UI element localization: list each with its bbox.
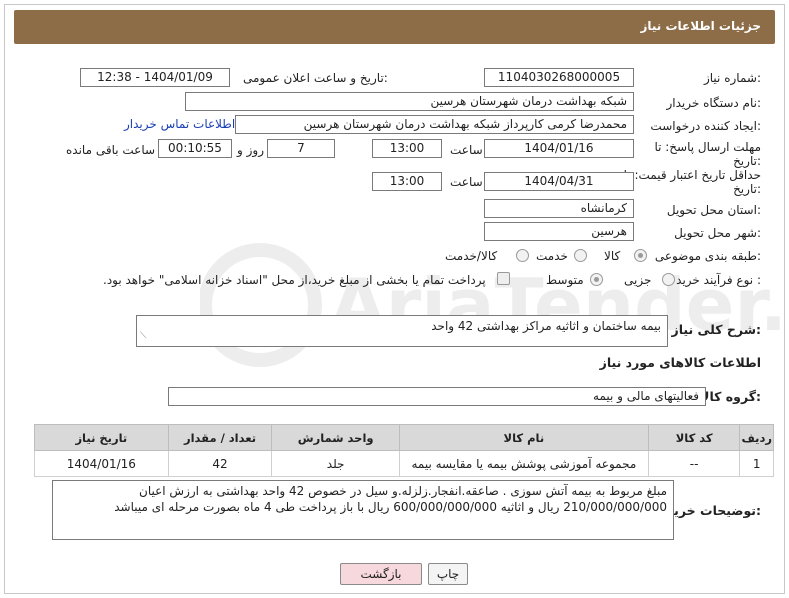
days-label: روز و [237, 143, 264, 157]
col-goods-name: نام کالا [398, 424, 649, 451]
print-button[interactable]: چاپ [428, 563, 468, 585]
col-need-date: تاریخ نیاز [34, 424, 169, 451]
process-radio-minor[interactable] [662, 273, 675, 286]
remaining-time-field: 00:10:55 [158, 139, 232, 158]
goods-table: ردیف کد کالا نام کالا واحد شمارش تعداد /… [34, 424, 774, 477]
goods-info-title: اطلاعات کالاهای مورد نیاز [599, 355, 761, 370]
validity-label-date: تاریخ: [733, 182, 761, 196]
category-option-goods-service: کالا/خدمت [445, 249, 498, 263]
table-row: 1 -- مجموعه آموزشی پوشش بیمه یا مقایسه ب… [34, 450, 774, 477]
col-goods-code: کد کالا [647, 424, 741, 451]
process-option-medium: متوسط [546, 273, 584, 287]
category-option-goods: کالا [604, 249, 621, 263]
buyer-org-field: شبکه بهداشت درمان شهرستان هرسین [185, 92, 634, 111]
process-radio-medium[interactable] [590, 273, 603, 286]
requester-label: ایجاد کننده درخواست: [650, 119, 761, 133]
table-header-row: ردیف کد کالا نام کالا واحد شمارش تعداد /… [34, 424, 774, 451]
description-textarea[interactable]: بیمه ساختمان و اثاثیه مراکز بهداشتی 42 و… [136, 315, 668, 347]
cell-quantity: 42 [167, 450, 273, 477]
deadline-label-date: تاریخ: [733, 154, 761, 168]
buyer-notes-textarea[interactable]: مبلغ مربوط به بیمه آتش سوزی . صاعقه.انفج… [52, 480, 674, 540]
category-radio-goods[interactable] [634, 249, 647, 262]
requester-field: محمدرضا کرمی کارپرداز شبکه بهداشت درمان … [235, 115, 634, 134]
cell-goods-code: -- [647, 450, 741, 477]
validity-hour-label: ساعت [450, 175, 483, 189]
goods-group-field: فعالیتهای مالی و بیمه [168, 387, 706, 406]
resize-grip-icon[interactable]: ⟋ [140, 328, 146, 344]
description-text: بیمه ساختمان و اثاثیه مراکز بهداشتی 42 و… [431, 319, 661, 333]
treasury-payment-checkbox[interactable] [497, 272, 510, 285]
category-label: طبقه بندی موضوعی: [654, 249, 761, 263]
buyer-org-label: نام دستگاه خریدار: [666, 96, 762, 110]
deadline-hour-label: ساعت [450, 143, 483, 157]
need-number-label: شماره نیاز: [703, 71, 761, 85]
page-title: جزئیات اطلاعات نیاز [640, 19, 761, 33]
deadline-date-field: 1404/01/16 [484, 139, 634, 158]
treasury-payment-note: پرداخت تمام یا بخشی از مبلغ خرید،از محل … [103, 273, 486, 287]
deadline-label: مهلت ارسال پاسخ: تا [654, 140, 761, 154]
validity-time-field: 13:00 [372, 172, 442, 191]
buyer-contact-link[interactable]: اطلاعات تماس خریدار [124, 117, 235, 131]
cell-goods-name: مجموعه آموزشی پوشش بیمه یا مقایسه بیمه [398, 450, 649, 477]
validity-date-field: 1404/04/31 [484, 172, 634, 191]
deadline-time-field: 13:00 [372, 139, 442, 158]
category-radio-goods-service[interactable] [516, 249, 529, 262]
cell-unit: جلد [271, 450, 400, 477]
need-number-field: 1104030268000005 [484, 68, 634, 87]
days-field: 7 [267, 139, 335, 158]
cell-need-date: 1404/01/16 [34, 450, 169, 477]
category-radio-service[interactable] [574, 249, 587, 262]
goods-group-label: گروه کالا: [700, 389, 761, 404]
province-field: کرمانشاه [484, 199, 634, 218]
city-field: هرسین [484, 222, 634, 241]
col-row-number: ردیف [739, 424, 774, 451]
description-label: شرح کلی نیاز: [671, 322, 762, 337]
header-bar: جزئیات اطلاعات نیاز [14, 10, 775, 44]
category-option-service: خدمت [536, 249, 568, 263]
col-quantity: تعداد / مقدار [167, 424, 273, 451]
back-button[interactable]: بازگشت [340, 563, 422, 585]
province-label: استان محل تحویل: [666, 203, 761, 217]
announce-field: 1404/01/09 - 12:38 [80, 68, 230, 87]
process-option-minor: جزیی [624, 273, 652, 287]
cell-row-number: 1 [739, 450, 774, 477]
remaining-label: ساعت باقی مانده [66, 143, 156, 157]
validity-label: حداقل تاریخ اعتبار قیمت: تا [623, 168, 761, 182]
col-unit: واحد شمارش [271, 424, 400, 451]
buyer-notes-text: مبلغ مربوط به بیمه آتش سوزی . صاعقه.انفج… [114, 484, 667, 514]
announce-label: تاریخ و ساعت اعلان عمومی: [243, 71, 388, 85]
city-label: شهر محل تحویل: [674, 226, 761, 240]
process-label: نوع فرآیند خرید : [676, 273, 761, 287]
